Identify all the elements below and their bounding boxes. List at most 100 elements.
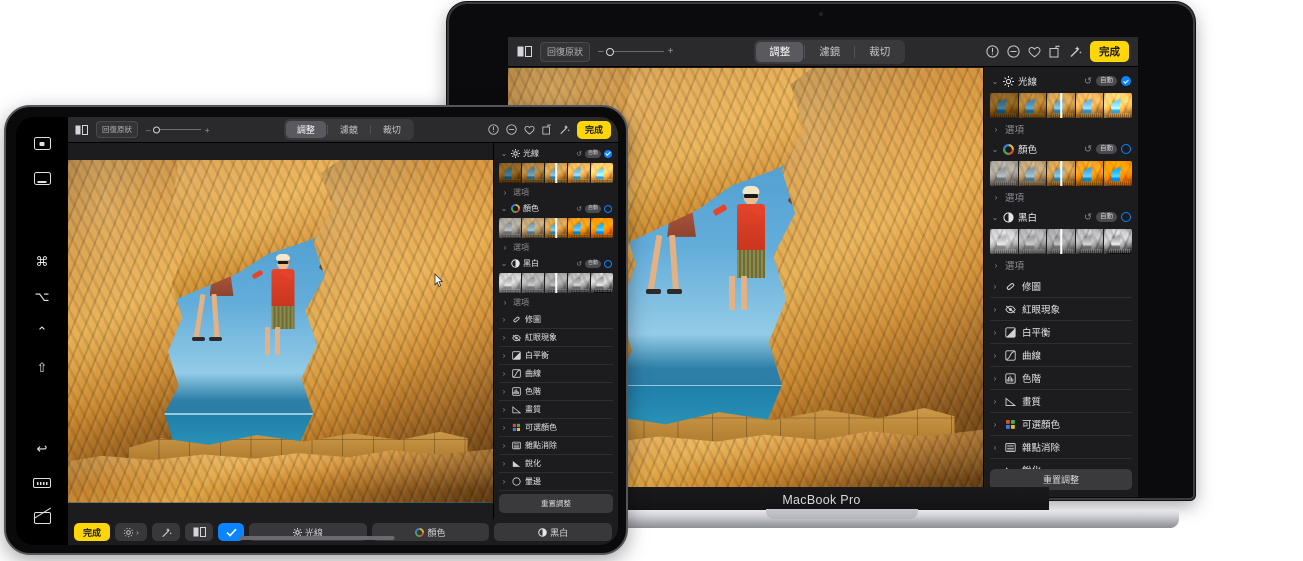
chevron-down-icon[interactable]: ⌄: [991, 145, 999, 154]
tab-adjust[interactable]: 調整: [285, 121, 326, 138]
preview-thumb[interactable]: [568, 273, 590, 293]
adjust-row-redeye[interactable]: › 紅眼現象: [499, 329, 613, 347]
undo-arrow-icon[interactable]: ↺: [576, 205, 582, 213]
adjust-row-curves[interactable]: › 曲線: [990, 344, 1132, 367]
undo-arrow-icon[interactable]: ↺: [576, 150, 582, 158]
window-top-icon[interactable]: [29, 135, 55, 152]
preview-thumb[interactable]: [1075, 229, 1104, 254]
adjust-row-levels[interactable]: › 色階: [990, 367, 1132, 390]
adjust-panel-scroll[interactable]: ⌄ 光線 ↺ 自動 › 選項 ⌄ 顏色 ↺ 自動 › 選項 ⌄ 黑白 ↺ 自動 …: [494, 143, 618, 494]
chevron-right-icon[interactable]: ›: [501, 298, 509, 307]
group-options-row[interactable]: › 選項: [499, 295, 613, 311]
done-button[interactable]: 完成: [1090, 41, 1129, 62]
preview-thumb[interactable]: [591, 273, 613, 293]
preview-thumb[interactable]: [522, 273, 544, 293]
adjust-row-selective-color[interactable]: › 可選顏色: [499, 419, 613, 437]
preview-position-marker[interactable]: [1060, 161, 1062, 186]
chevron-right-icon[interactable]: ›: [500, 423, 508, 432]
favorite-heart-icon[interactable]: [524, 125, 535, 135]
done-button-bottom[interactable]: 完成: [74, 523, 111, 541]
adjust-panel-scroll[interactable]: ⌄ 光線 ↺ 自動 › 選項 ⌄ 顏色 ↺ 自動 › 選項 ⌄ 黑白 ↺ 自動 …: [984, 67, 1138, 469]
chevron-down-icon[interactable]: ⌄: [991, 77, 999, 86]
group-options-row[interactable]: › 選項: [990, 188, 1132, 207]
chevron-right-icon[interactable]: ›: [992, 193, 1000, 202]
control-key-icon[interactable]: ⌃: [29, 323, 55, 340]
zoom-slider-knob[interactable]: [605, 47, 614, 56]
color-preview-strip[interactable]: [990, 161, 1132, 186]
adjust-row-noise-reduction[interactable]: › 雜點消除: [990, 436, 1132, 459]
preview-thumb[interactable]: [1075, 93, 1104, 118]
window-bottom-icon[interactable]: [29, 170, 55, 187]
auto-button[interactable]: 自動: [1096, 211, 1117, 223]
group-options-row[interactable]: › 選項: [990, 256, 1132, 275]
auto-button[interactable]: 自動: [1096, 75, 1117, 87]
revert-button[interactable]: 回復原狀: [96, 121, 138, 138]
group-toggle[interactable]: [1121, 212, 1131, 222]
chevron-right-icon[interactable]: ›: [991, 351, 999, 360]
revert-button[interactable]: 回復原狀: [540, 41, 591, 62]
preview-thumb[interactable]: [990, 229, 1018, 254]
preview-thumb[interactable]: [591, 163, 613, 183]
compare-split-icon[interactable]: [517, 46, 532, 57]
chevron-right-icon[interactable]: ›: [500, 477, 508, 486]
chevron-down-icon[interactable]: ⌄: [991, 213, 999, 222]
preview-thumb[interactable]: [1018, 161, 1047, 186]
zoom-slider[interactable]: – +: [598, 46, 673, 57]
group-header[interactable]: ⌄ 顏色 ↺ 自動: [499, 201, 613, 216]
preview-thumb[interactable]: [990, 161, 1018, 186]
adjust-row-retouch[interactable]: › 修圖: [499, 311, 613, 329]
preview-thumb[interactable]: [522, 218, 544, 238]
chevron-right-icon[interactable]: ›: [500, 459, 508, 468]
hide-keyboard-icon[interactable]: [29, 510, 55, 527]
chevron-right-icon[interactable]: ›: [991, 282, 999, 291]
adjust-row-retouch[interactable]: › 修圖: [990, 275, 1132, 298]
undo-arrow-icon[interactable]: ↺: [1084, 212, 1092, 223]
group-header[interactable]: ⌄ 黑白 ↺ 自動: [990, 207, 1132, 227]
preview-position-marker[interactable]: [555, 218, 557, 238]
color-preview-strip[interactable]: [499, 218, 613, 238]
adjust-row-selective-color[interactable]: › 可選顏色: [990, 413, 1132, 436]
group-header[interactable]: ⌄ 黑白 ↺ 自動: [499, 256, 613, 271]
chevron-right-icon[interactable]: ›: [500, 405, 508, 414]
preview-thumb[interactable]: [1104, 229, 1132, 254]
group-toggle[interactable]: [604, 259, 612, 268]
chevron-right-icon[interactable]: ›: [991, 328, 999, 337]
adjust-row-white-balance[interactable]: › 白平衡: [990, 321, 1132, 344]
chevron-right-icon[interactable]: ›: [992, 261, 1000, 270]
group-header[interactable]: ⌄ 顏色 ↺ 自動: [990, 139, 1132, 159]
zoom-slider-track[interactable]: [605, 47, 664, 56]
group-toggle[interactable]: [1121, 144, 1131, 154]
home-indicator[interactable]: [239, 536, 395, 540]
photo-canvas-ipad[interactable]: [68, 143, 493, 519]
preview-thumb[interactable]: [990, 93, 1018, 118]
chevron-right-icon[interactable]: ›: [991, 374, 999, 383]
auto-button[interactable]: 自動: [1096, 143, 1117, 155]
adjust-row-levels[interactable]: › 色階: [499, 383, 613, 401]
tab-filters[interactable]: 濾鏡: [329, 121, 369, 138]
preview-thumb[interactable]: [1018, 93, 1047, 118]
tab-adjust[interactable]: 調整: [756, 41, 804, 62]
magic-wand-button[interactable]: [152, 523, 181, 541]
adjust-row-vignette[interactable]: › 暈邊: [499, 473, 613, 491]
adjust-row-white-balance[interactable]: › 白平衡: [499, 347, 613, 365]
adjust-row-curves[interactable]: › 曲線: [499, 365, 613, 383]
chevron-right-icon[interactable]: ›: [991, 420, 999, 429]
preview-thumb[interactable]: [1018, 229, 1047, 254]
group-toggle[interactable]: [604, 149, 612, 158]
remove-icon[interactable]: [1007, 45, 1020, 58]
preview-thumb[interactable]: [499, 163, 521, 183]
chevron-down-icon[interactable]: ⌄: [500, 204, 508, 213]
done-button[interactable]: 完成: [576, 120, 611, 139]
bw-preview-strip[interactable]: [499, 273, 613, 293]
tab-filters[interactable]: 濾鏡: [806, 42, 853, 62]
group-toggle[interactable]: [1121, 76, 1131, 86]
preview-thumb[interactable]: [591, 218, 613, 238]
chevron-right-icon[interactable]: ›: [500, 441, 508, 450]
adjust-dial-button[interactable]: ›: [115, 523, 148, 541]
preview-thumb[interactable]: [568, 163, 590, 183]
zoom-slider-track[interactable]: [152, 126, 201, 133]
preview-thumb[interactable]: [1104, 161, 1132, 186]
group-toggle[interactable]: [604, 204, 612, 213]
compare-split-icon[interactable]: [75, 124, 88, 135]
group-options-row[interactable]: › 選項: [990, 120, 1132, 139]
